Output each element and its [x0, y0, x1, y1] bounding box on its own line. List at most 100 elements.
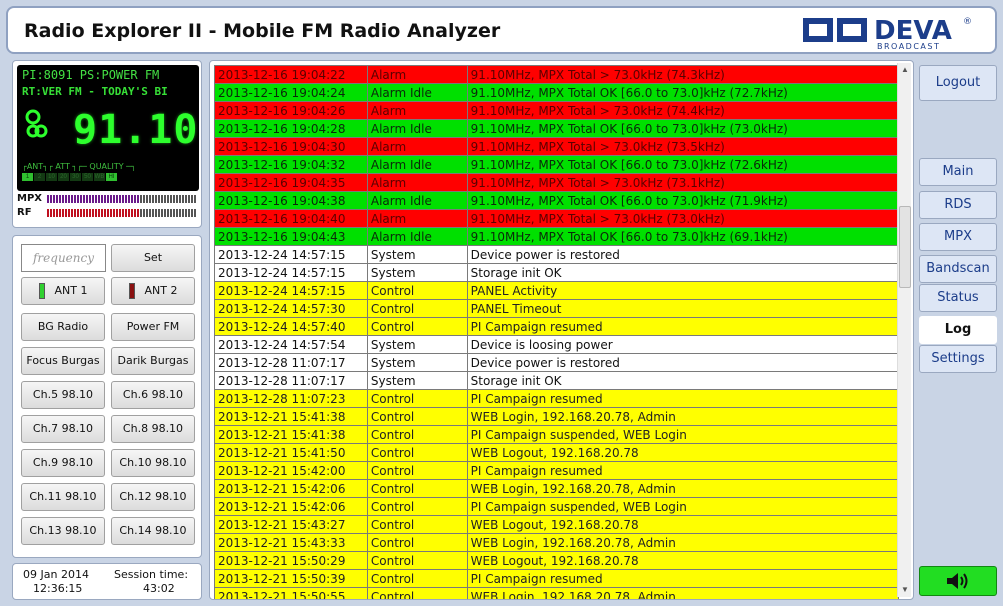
log-message: Device power is restored [466, 245, 900, 264]
preset-button[interactable]: Ch.10 98.10 [111, 449, 195, 477]
stereo-icon [25, 109, 48, 138]
log-timestamp: 2013-12-16 19:04:26 [214, 101, 368, 120]
mpx-label: MPX [17, 193, 42, 204]
preset-button[interactable]: Ch.7 98.10 [21, 415, 105, 443]
lcd-indicator-labels: ┌ANT┐┌ ATT ┐┌─ QUALITY ─┐ [22, 162, 136, 171]
log-scrollbar[interactable]: ▲ ▼ [897, 63, 911, 597]
preset-button[interactable]: Ch.9 98.10 [21, 449, 105, 477]
log-type: Control [366, 479, 468, 498]
nav-item-mpx[interactable]: MPX [919, 223, 997, 251]
nav-item-main[interactable]: Main [919, 158, 997, 186]
log-timestamp: 2013-12-28 11:07:23 [214, 389, 368, 408]
log-row: 2013-12-28 11:07:17 System Storage init OK [214, 371, 900, 390]
log-type: System [366, 245, 468, 264]
log-row: 2013-12-24 14:57:40 Control PI Campaign re… [214, 317, 900, 336]
log-type: Alarm Idle [366, 155, 468, 174]
preset-button[interactable]: Power FM [111, 313, 195, 341]
log-message: WEB Login, 192.168.20.78, Admin [466, 479, 900, 498]
log-message: PI Campaign resumed [466, 461, 900, 480]
preset-button[interactable]: Ch.13 98.10 [21, 517, 105, 545]
log-message: WEB Login, 192.168.20.78, Admin [466, 587, 900, 599]
nav-item-status[interactable]: Status [919, 284, 997, 312]
rf-meter: RF [17, 207, 199, 218]
log-message: 91.10MHz, MPX Total > 73.0kHz (73.1kHz) [466, 173, 900, 192]
rf-label: RF [17, 207, 32, 218]
log-row: 2013-12-21 15:42:06 Control WEB Login, 192… [214, 479, 900, 498]
quality-label: QUALITY [89, 162, 124, 171]
log-timestamp: 2013-12-16 19:04:30 [214, 137, 368, 156]
frequency-input[interactable]: frequency [21, 244, 106, 272]
log-timestamp: 2013-12-21 15:41:38 [214, 425, 368, 444]
nav-item-log[interactable]: Log [919, 316, 997, 344]
log-message: PI Campaign resumed [466, 317, 900, 336]
log-row: 2013-12-21 15:41:38 Control PI Campaign su… [214, 425, 900, 444]
nav-item-rds[interactable]: RDS [919, 191, 997, 219]
current-time: 12:36:15 [33, 582, 83, 595]
logout-button[interactable]: Logout [919, 65, 997, 101]
nav-panel: Logout Main RDS MPX Bandscan Status Log … [919, 60, 997, 600]
ant1-indicator [38, 283, 45, 299]
log-row: 2013-12-21 15:42:00 Control PI Campaign re… [214, 461, 900, 480]
preset-button[interactable]: Ch.8 98.10 [111, 415, 195, 443]
log-timestamp: 2013-12-16 19:04:40 [214, 209, 368, 228]
log-row: 2013-12-24 14:57:30 Control PANEL Timeout [214, 299, 900, 318]
log-row: 2013-12-21 15:42:06 Control PI Campaign su… [214, 497, 900, 516]
log-timestamp: 2013-12-21 15:42:06 [214, 479, 368, 498]
scroll-thumb[interactable] [899, 206, 911, 288]
log-row: 2013-12-16 19:04:38 Alarm Idle 91.10MHz, M… [214, 191, 900, 210]
lcd-display: PI:8091 PS:POWER FM RT:VER FM - TODAY'S … [17, 65, 199, 191]
sound-button[interactable] [919, 566, 997, 596]
log-timestamp: 2013-12-16 19:04:24 [214, 83, 368, 102]
preset-button[interactable]: Ch.14 98.10 [111, 517, 195, 545]
preset-button[interactable]: Ch.5 98.10 [21, 381, 105, 409]
log-row: 2013-12-21 15:43:27 Control WEB Logout, 19… [214, 515, 900, 534]
status-box: 09 Jan 2014 12:36:15 Session time: 43:02 [12, 563, 202, 600]
nav-item-settings[interactable]: Settings [919, 345, 997, 373]
log-row: 2013-12-16 19:04:24 Alarm Idle 91.10MHz, M… [214, 83, 900, 102]
log-type: Control [366, 299, 468, 318]
preset-button[interactable]: Darik Burgas [111, 347, 195, 375]
preset-button[interactable]: BG Radio [21, 313, 105, 341]
log-timestamp: 2013-12-24 14:57:30 [214, 299, 368, 318]
ant2-button[interactable]: ANT 2 [111, 277, 195, 305]
log-timestamp: 2013-12-21 15:43:33 [214, 533, 368, 552]
log-message: WEB Logout, 192.168.20.78 [466, 443, 900, 462]
preset-button[interactable]: Ch.11 98.10 [21, 483, 105, 511]
scroll-up-icon[interactable]: ▲ [898, 63, 912, 77]
ant2-indicator [128, 283, 135, 299]
log-type: Control [366, 317, 468, 336]
log-timestamp: 2013-12-21 15:41:38 [214, 407, 368, 426]
ant2-label: ANT 2 [144, 284, 178, 297]
log-type: Control [366, 587, 468, 599]
log-row: 2013-12-28 11:07:17 System Device power is… [214, 353, 900, 372]
log-message: Device is loosing power [466, 335, 900, 354]
log-type: Alarm [366, 173, 468, 192]
segment: WB [94, 173, 105, 181]
nav-item-bandscan[interactable]: Bandscan [919, 255, 997, 283]
ant1-button[interactable]: ANT 1 [21, 277, 105, 305]
log-message: PI Campaign resumed [466, 389, 900, 408]
ant-label: ANT [26, 162, 44, 171]
log-panel: 2013-12-16 19:04:22 Alarm 91.10MHz, MPX To… [209, 60, 914, 600]
log-message: 91.10MHz, MPX Total > 73.0kHz (73.0kHz) [466, 209, 900, 228]
log-type: Control [366, 281, 468, 300]
log-type: Alarm [366, 209, 468, 228]
preset-button[interactable]: Ch.12 98.10 [111, 483, 195, 511]
log-message: 91.10MHz, MPX Total OK [66.0 to 73.0]kHz… [466, 83, 900, 102]
log-message: WEB Logout, 192.168.20.78 [466, 515, 900, 534]
preset-button[interactable]: Focus Burgas [21, 347, 105, 375]
log-message: PANEL Timeout [466, 299, 900, 318]
log-row: 2013-12-24 14:57:15 System Storage init OK [214, 263, 900, 282]
set-button[interactable]: Set [111, 244, 195, 272]
log-timestamp: 2013-12-24 14:57:15 [214, 263, 368, 282]
scroll-down-icon[interactable]: ▼ [898, 583, 912, 597]
preset-button[interactable]: Ch.6 98.10 [111, 381, 195, 409]
log-type: Alarm [366, 65, 468, 84]
ant1-label: ANT 1 [54, 284, 88, 297]
log-timestamp: 2013-12-16 19:04:22 [214, 65, 368, 84]
log-timestamp: 2013-12-21 15:50:55 [214, 587, 368, 599]
segment: 50 [82, 173, 93, 181]
log-row: 2013-12-16 19:04:40 Alarm 91.10MHz, MPX To… [214, 209, 900, 228]
lcd-segments: 1 2 10 20 30 50 WB HI [22, 173, 117, 181]
rf-fill [47, 209, 140, 217]
